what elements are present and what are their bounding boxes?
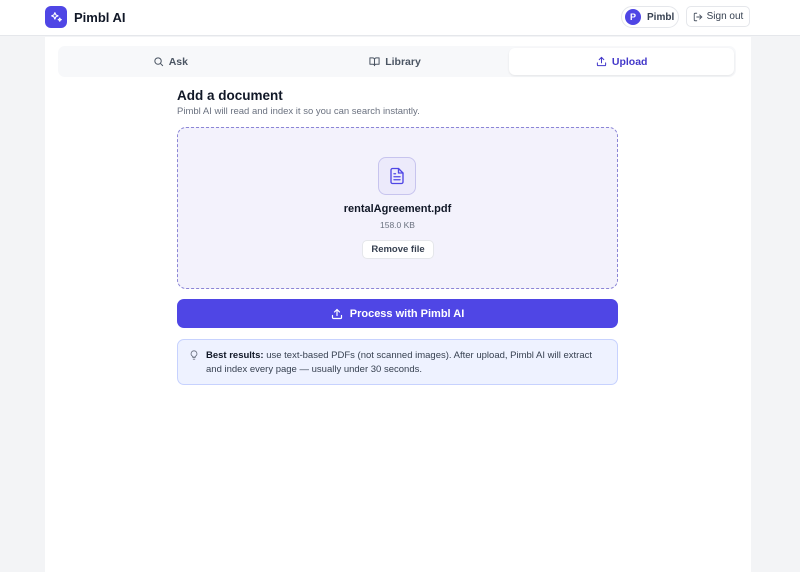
tab-label: Upload bbox=[611, 55, 648, 68]
remove-file-button[interactable]: Remove file bbox=[362, 240, 434, 259]
sign-out-label: Sign out bbox=[706, 11, 744, 22]
brand[interactable]: Pimbl AI bbox=[45, 6, 126, 28]
upload-section: Add a document Pimbl AI will read and in… bbox=[177, 88, 618, 385]
page-title: Add a document bbox=[177, 88, 283, 103]
file-name: rentalAgreement.pdf bbox=[343, 203, 452, 215]
book-icon bbox=[369, 57, 380, 67]
sign-out-button[interactable]: Sign out bbox=[686, 6, 750, 27]
top-bar: Pimbl AI P Pimbl Sign out bbox=[0, 0, 800, 36]
tab-ask[interactable]: Ask bbox=[58, 46, 283, 77]
tab-label: Library bbox=[385, 55, 421, 68]
avatar: P bbox=[625, 9, 641, 25]
page-subtitle: Pimbl AI will read and index it so you c… bbox=[177, 106, 420, 117]
tab-label: Ask bbox=[168, 55, 188, 68]
user-name: Pimbl bbox=[647, 11, 675, 23]
main-panel: Ask Library Upload Add a document Pimbl … bbox=[45, 37, 751, 572]
search-icon bbox=[154, 57, 163, 67]
tab-bar: Ask Library Upload bbox=[58, 46, 736, 77]
sparkles-icon bbox=[45, 6, 67, 28]
tab-library[interactable]: Library bbox=[283, 46, 508, 77]
file-dropzone[interactable]: rentalAgreement.pdf 158.0 KB Remove file bbox=[177, 127, 618, 289]
log-out-icon bbox=[693, 12, 702, 21]
user-menu[interactable]: P Pimbl bbox=[621, 6, 679, 28]
tip-box: Best results: use text-based PDFs (not s… bbox=[177, 339, 618, 385]
app-name: Pimbl AI bbox=[74, 9, 126, 25]
tab-upload[interactable]: Upload bbox=[509, 48, 735, 75]
file-text-icon bbox=[378, 157, 416, 195]
process-button-label: Process with Pimbl AI bbox=[349, 307, 465, 320]
tip-bold: Best results: bbox=[206, 350, 264, 361]
file-size: 158.0 KB bbox=[380, 220, 415, 230]
lightbulb-icon bbox=[190, 350, 198, 360]
process-button[interactable]: Process with Pimbl AI bbox=[177, 299, 618, 328]
upload-icon bbox=[331, 308, 342, 319]
tip-text: use text-based PDFs (not scanned images)… bbox=[206, 350, 592, 375]
upload-icon bbox=[596, 56, 607, 67]
